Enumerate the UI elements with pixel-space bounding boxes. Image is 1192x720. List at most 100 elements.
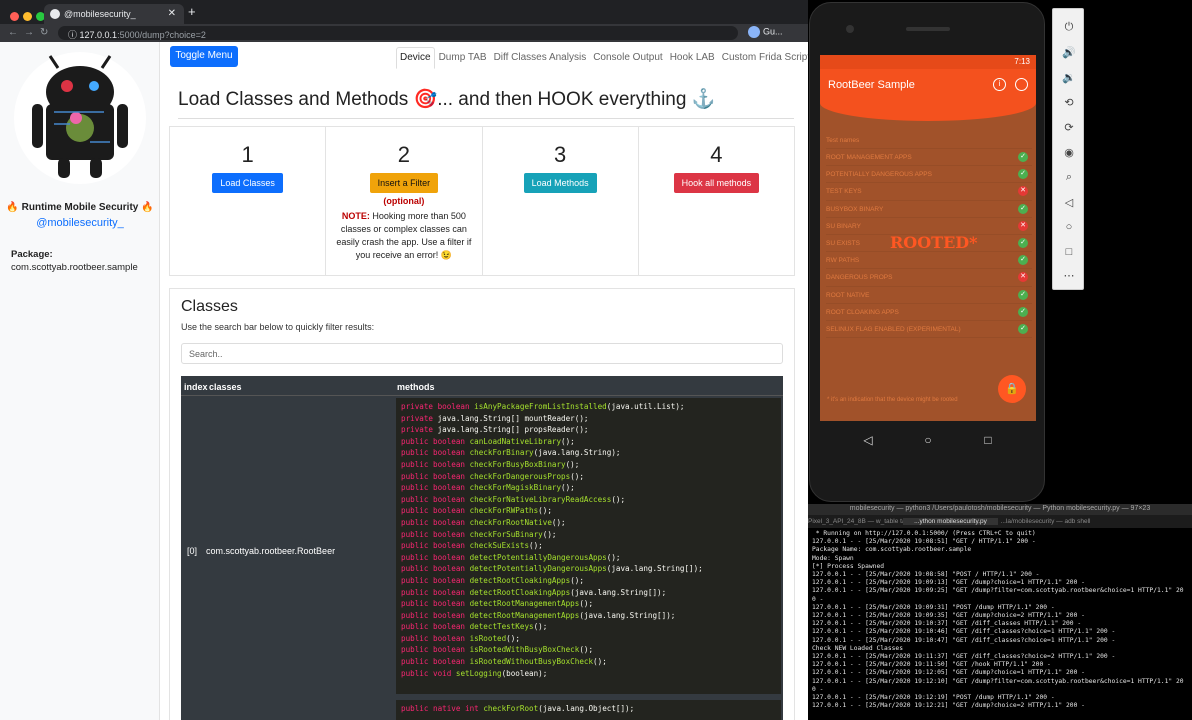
classes-title: Classes (181, 298, 238, 315)
column-header-classes: classes (209, 382, 242, 392)
phone-screen[interactable]: 7:13 RootBeer Sample i Test names ROOT M… (820, 55, 1036, 421)
method-modifiers: public boolean (401, 552, 466, 562)
step-number: 1 (241, 142, 254, 167)
status-time: 7:13 (1014, 57, 1030, 66)
rotate-left-icon[interactable]: ⟲ (1053, 96, 1085, 109)
lock-fab-button[interactable]: 🔒 (998, 375, 1026, 403)
url-field[interactable]: ⓘ 127.0.0.1:5000/dump?choice=2 (58, 26, 738, 40)
app-bar: RootBeer Sample i (820, 69, 1036, 103)
close-tab-icon[interactable]: ✕ (168, 8, 176, 19)
hook-all-methods-button[interactable]: Hook all methods (673, 173, 760, 193)
method-name: isAnyPackageFromListInstalled (474, 402, 607, 411)
back-icon[interactable]: ◁ (838, 433, 898, 447)
terminal-line: Check NEW Loaded Classes (812, 644, 903, 652)
volume-up-icon[interactable]: 🔊 (1053, 46, 1085, 59)
method-line: public boolean checkForRootNative(); (401, 517, 776, 529)
url-path: :5000/dump?choice=2 (117, 30, 206, 40)
close-window-button[interactable] (10, 12, 19, 21)
method-line: public boolean detectPotentiallyDangerou… (401, 552, 776, 564)
tab-dump[interactable]: Dump TAB (436, 48, 490, 68)
insert-filter-button[interactable]: Insert a Filter (369, 173, 439, 193)
minimize-window-button[interactable] (23, 12, 32, 21)
column-header-methods: methods (397, 382, 435, 392)
back-icon[interactable]: ← (8, 27, 18, 38)
package-name: com.scottyab.rootbeer.sample (11, 262, 138, 273)
method-line: public boolean checkForBinary(java.lang.… (401, 447, 776, 459)
method-modifiers: private (401, 413, 434, 423)
rotate-right-icon[interactable]: ⟳ (1053, 121, 1085, 134)
volume-down-icon[interactable]: 🔉 (1053, 71, 1085, 84)
check-icon: ✓ (1018, 152, 1028, 162)
tab-device[interactable]: Device (396, 47, 435, 69)
method-args: (); (561, 483, 575, 493)
test-name: POTENTIALLY DANGEROUS APPS (826, 171, 932, 179)
test-result-item: POTENTIALLY DANGEROUS APPS ✓ (826, 166, 1032, 184)
terminal-tab[interactable]: ...la/mobilesecurity — adb shell (998, 518, 1093, 525)
method-modifiers: public boolean (401, 575, 466, 585)
check-icon: ✓ (1018, 289, 1028, 300)
app-title: 🔥 Runtime Mobile Security 🔥 (6, 202, 154, 213)
method-name: detectRootCloakingApps (469, 575, 571, 585)
status-bar: 7:13 (820, 55, 1036, 69)
browser-tab[interactable]: @mobilesecurity_ ✕ (44, 4, 184, 24)
info-icon[interactable]: i (993, 78, 1006, 91)
method-name: checkForMagiskBinary (469, 483, 562, 493)
toggle-menu-button[interactable]: Toggle Menu (170, 46, 238, 67)
new-tab-button[interactable]: + (188, 4, 196, 19)
method-name: isRootedWithoutBusyBoxCheck (469, 657, 594, 667)
github-icon[interactable] (1015, 78, 1028, 91)
search-input[interactable]: Search.. (181, 343, 783, 364)
method-name: checkForDangerousProps (469, 471, 571, 481)
reload-icon[interactable]: ↻ (40, 27, 48, 38)
test-result-item: SELINUX FLAG ENABLED (EXPERIMENTAL) ✓ (826, 321, 1032, 339)
method-modifiers: public boolean (401, 436, 466, 446)
forward-icon[interactable]: → (24, 27, 34, 38)
terminal-line: 127.0.0.1 - - [25/Mar/2020 19:09:31] "PO… (812, 603, 1055, 611)
load-methods-button[interactable]: Load Methods (523, 173, 597, 193)
power-icon[interactable]: ⏻ (1053, 21, 1085, 34)
method-modifiers: public boolean (401, 529, 466, 539)
home-icon[interactable]: ○ (898, 433, 958, 447)
method-modifiers: public boolean (401, 517, 466, 527)
package-label: Package: (11, 249, 53, 260)
method-name: setLogging (455, 668, 502, 678)
method-name: canLoadNativeLibrary (469, 436, 562, 446)
test-result-item: TEST KEYS ✕ (826, 183, 1032, 201)
terminal-line: 127.0.0.1 - - [25/Mar/2020 19:12:19] "PO… (812, 694, 1055, 702)
load-classes-button[interactable]: Load Classes (212, 173, 283, 193)
tab-diff-classes[interactable]: Diff Classes Analysis (491, 48, 590, 68)
twitter-handle-link[interactable]: @mobilesecurity_ (0, 217, 160, 229)
terminal-line: 127.0.0.1 - - [25/Mar/2020 19:11:50] "GE… (812, 661, 1051, 669)
method-modifiers: public boolean (401, 610, 466, 620)
tab-hook-lab[interactable]: Hook LAB (667, 48, 718, 68)
method-line: public boolean isRootedWithoutBusyBoxChe… (401, 656, 776, 668)
terminal-tab[interactable]: Pixel_3_API_24_8B — w_table tanner (808, 518, 919, 525)
recents-icon[interactable]: □ (958, 433, 1018, 447)
method-line: public boolean canLoadNativeLibrary(); (401, 436, 776, 448)
more-icon[interactable]: ⋯ (1053, 269, 1085, 282)
terminal-tabs: Pixel_3_API_24_8B — w_table tanner...yth… (808, 515, 1192, 528)
tab-custom-frida-script[interactable]: Custom Frida Script (719, 48, 808, 68)
profile-button[interactable]: Gu... (748, 26, 783, 38)
back-icon[interactable]: ◁ (1053, 196, 1085, 209)
home-icon[interactable]: ○ (1053, 221, 1085, 233)
screenshot-icon[interactable]: ◉ (1053, 146, 1085, 159)
method-name: checkForRWPaths (469, 506, 539, 516)
method-modifiers: public boolean (401, 448, 466, 458)
step-card-1: 1 Load Classes (170, 127, 327, 275)
method-args: (); (538, 506, 552, 516)
method-line: public void setLogging(boolean); (401, 668, 776, 680)
method-args: (); (579, 645, 594, 655)
terminal-line: Mode: Spawn (812, 554, 854, 562)
row-class-name[interactable]: com.scottyab.rootbeer.RootBeer (206, 546, 335, 556)
tab-console-output[interactable]: Console Output (590, 48, 666, 68)
method-args: (); (611, 494, 626, 504)
method-line: public boolean isRootedWithBusyBoxCheck(… (401, 644, 776, 656)
terminal-tab-active[interactable]: ...ython mobilesecurity.py (903, 518, 998, 525)
check-icon: ✓ (1018, 306, 1028, 317)
method-args: (); (606, 552, 621, 562)
method-name: checkForBusyBoxBinary (469, 459, 566, 469)
overview-icon[interactable]: □ (1053, 246, 1085, 258)
zoom-icon[interactable]: ⌕ (1053, 171, 1085, 184)
method-line: public boolean checkForSuBinary(); (401, 529, 776, 541)
